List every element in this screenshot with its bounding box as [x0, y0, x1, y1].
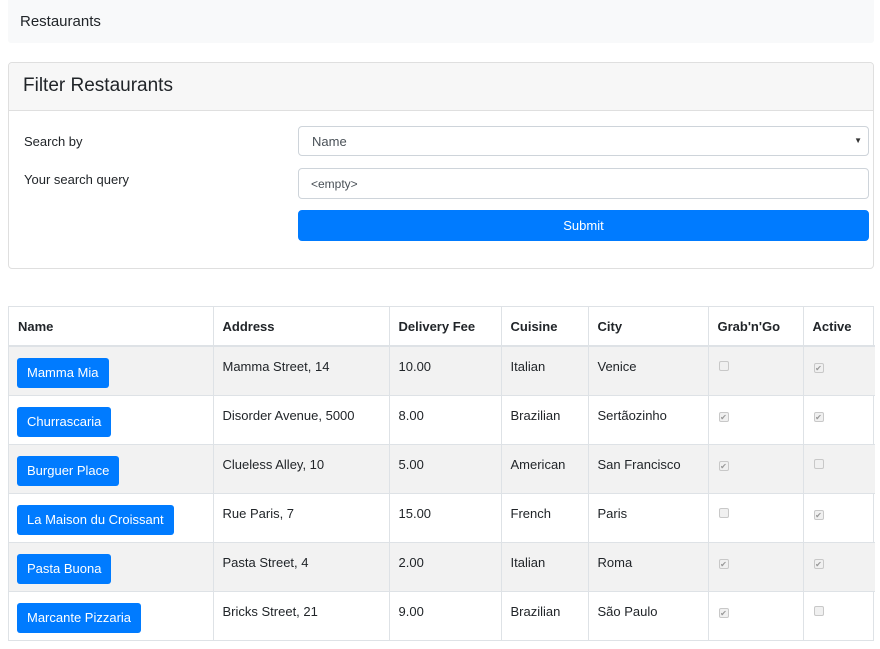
- cell-cuisine: French: [500, 492, 588, 542]
- navbar-brand[interactable]: Restaurants: [20, 13, 101, 30]
- restaurant-name-button[interactable]: Burguer Place: [17, 455, 120, 486]
- table-row: Mamma Mia Mamma Street, 14 10.00 Italian Ven…: [9, 345, 875, 395]
- active-checkbox[interactable]: ✔: [813, 411, 824, 422]
- cell-delivery-fee: 10.00: [388, 345, 501, 395]
- cell-delivery-fee: 9.00: [388, 590, 501, 640]
- grab-n-go-checkbox[interactable]: [718, 361, 729, 371]
- restaurant-name-button[interactable]: Churrascaria: [17, 406, 112, 437]
- search-query-input[interactable]: <empty>: [298, 168, 869, 199]
- cell-name: Churrascaria: [9, 394, 213, 444]
- cell-cuisine: Italian: [500, 345, 588, 395]
- cell-grab-n-go: ✔: [707, 394, 803, 444]
- search-by-value: Name: [312, 134, 347, 149]
- cell-active: ✔: [802, 541, 875, 591]
- filter-card-header: Filter Restaurants: [9, 63, 873, 111]
- cell-cuisine: Italian: [500, 541, 588, 591]
- active-checkbox[interactable]: ✔: [813, 558, 824, 569]
- navbar: Restaurants: [8, 0, 874, 43]
- cell-name: La Maison du Croissant: [9, 492, 213, 542]
- cell-cuisine: American: [500, 443, 588, 493]
- cell-grab-n-go: [707, 492, 803, 542]
- cell-delivery-fee: 8.00: [388, 394, 501, 444]
- caret-down-icon: ▼: [854, 136, 862, 145]
- restaurant-name-button[interactable]: Mamma Mia: [17, 358, 109, 388]
- submit-button[interactable]: Submit: [298, 210, 869, 241]
- filter-title: Filter Restaurants: [23, 75, 173, 96]
- grab-n-go-checkbox[interactable]: ✔: [718, 607, 729, 618]
- active-checkbox[interactable]: [813, 605, 824, 616]
- table-header-row: Name Address Delivery Fee Cuisine City G…: [9, 307, 875, 347]
- header-address: Address: [212, 307, 389, 347]
- cell-name: Pasta Buona: [9, 541, 213, 591]
- cell-city: Venice: [587, 345, 708, 395]
- cell-city: Paris: [587, 492, 708, 542]
- cell-active: [802, 443, 875, 493]
- cell-grab-n-go: [707, 345, 803, 395]
- cell-address: Pasta Street, 4: [212, 541, 389, 591]
- cell-active: ✔: [802, 492, 875, 542]
- table-row: La Maison du Croissant Rue Paris, 7 15.00 F…: [9, 492, 875, 542]
- cell-city: São Paulo: [587, 590, 708, 640]
- restaurant-name-button[interactable]: Marcante Pizzaria: [17, 602, 142, 633]
- cell-address: Disorder Avenue, 5000: [212, 394, 389, 444]
- cell-grab-n-go: ✔: [707, 541, 803, 591]
- filter-card: Filter Restaurants Search by Name ▼ Your…: [8, 62, 874, 269]
- cell-delivery-fee: 5.00: [388, 443, 501, 493]
- cell-active: ✔: [802, 394, 875, 444]
- cell-address: Clueless Alley, 10: [212, 443, 389, 493]
- active-checkbox[interactable]: ✔: [813, 509, 824, 520]
- grab-n-go-checkbox[interactable]: ✔: [718, 460, 729, 471]
- header-name: Name: [9, 307, 213, 347]
- cell-cuisine: Brazilian: [500, 394, 588, 444]
- restaurant-name-button[interactable]: Pasta Buona: [17, 553, 112, 584]
- cell-grab-n-go: ✔: [707, 590, 803, 640]
- cell-delivery-fee: 2.00: [388, 541, 501, 591]
- cell-active: [802, 590, 875, 640]
- search-by-select[interactable]: Name ▼: [298, 126, 869, 156]
- cell-address: Bricks Street, 21: [212, 590, 389, 640]
- cell-city: Roma: [587, 541, 708, 591]
- table-row: Burguer Place Clueless Alley, 10 5.00 Ameri…: [9, 443, 875, 493]
- cell-name: Burguer Place: [9, 443, 213, 493]
- table-row: Pasta Buona Pasta Street, 4 2.00 Italian Rom…: [9, 541, 875, 591]
- header-active: Active: [802, 307, 875, 347]
- cell-active: ✔: [802, 345, 875, 395]
- cell-grab-n-go: ✔: [707, 443, 803, 493]
- cell-address: Rue Paris, 7: [212, 492, 389, 542]
- table-row: Marcante Pizzaria Bricks Street, 21 9.00 Br…: [9, 590, 875, 640]
- cell-name: Mamma Mia: [9, 345, 213, 395]
- header-city: City: [587, 307, 708, 347]
- cell-address: Mamma Street, 14: [212, 345, 389, 395]
- grab-n-go-checkbox[interactable]: [718, 507, 729, 518]
- header-cuisine: Cuisine: [500, 307, 588, 347]
- restaurant-name-button[interactable]: La Maison du Croissant: [17, 504, 174, 535]
- active-checkbox[interactable]: [813, 458, 824, 469]
- header-grab-n-go: Grab'n'Go: [707, 307, 803, 347]
- restaurants-table: Name Address Delivery Fee Cuisine City G…: [8, 306, 875, 641]
- active-checkbox[interactable]: ✔: [813, 363, 824, 373]
- table-row: Churrascaria Disorder Avenue, 5000 8.00 Bra…: [9, 394, 875, 444]
- grab-n-go-checkbox[interactable]: ✔: [718, 558, 729, 569]
- search-by-label: Search by: [24, 134, 83, 149]
- cell-delivery-fee: 15.00: [388, 492, 501, 542]
- search-query-label: Your search query: [24, 172, 130, 187]
- header-delivery-fee: Delivery Fee: [388, 307, 501, 347]
- cell-city: Sertãozinho: [587, 394, 708, 444]
- cell-city: San Francisco: [587, 443, 708, 493]
- cell-name: Marcante Pizzaria: [9, 590, 213, 640]
- cell-cuisine: Brazilian: [500, 590, 588, 640]
- grab-n-go-checkbox[interactable]: ✔: [718, 411, 729, 422]
